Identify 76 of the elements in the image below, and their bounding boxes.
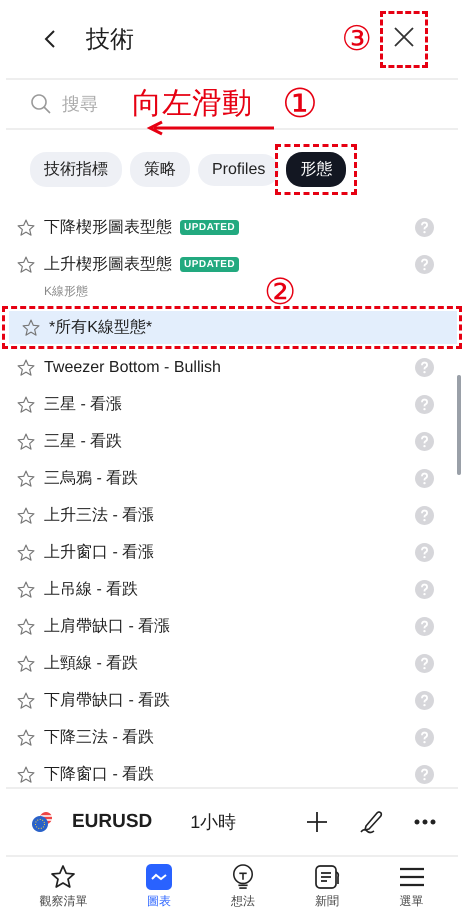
star-icon[interactable] xyxy=(16,254,36,274)
pattern-name: 三星 - 看跌 xyxy=(44,432,122,452)
pattern-name: 三星 - 看漲 xyxy=(44,394,122,415)
pattern-name: 上升窗口 - 看漲 xyxy=(44,542,154,563)
nav-tab[interactable]: 新聞 xyxy=(314,864,340,910)
pattern-item[interactable]: 上頸線 - 看跌 xyxy=(0,645,464,682)
newspaper-icon xyxy=(314,864,340,890)
pattern-item[interactable]: 下肩帶缺口 - 看跌 xyxy=(0,682,464,719)
category-tab[interactable]: 技術指標 xyxy=(30,152,122,187)
pattern-item[interactable]: 上吊線 - 看跌 xyxy=(0,571,464,608)
search-field[interactable]: 搜尋 xyxy=(60,92,114,116)
star-icon[interactable] xyxy=(16,616,36,636)
pattern-name: 上吊線 - 看跌 xyxy=(44,580,138,600)
star-icon[interactable] xyxy=(16,432,36,452)
chart-icon xyxy=(146,864,172,890)
star-icon[interactable] xyxy=(16,218,36,238)
close-icon[interactable] xyxy=(393,26,415,48)
symbol-name[interactable]: EURUSD xyxy=(72,811,152,833)
star-icon[interactable] xyxy=(21,318,41,338)
star-icon[interactable] xyxy=(16,580,36,600)
annotation-number: ② xyxy=(264,274,296,310)
pen-icon[interactable] xyxy=(358,809,384,835)
section-heading: K線形態 xyxy=(44,283,88,300)
star-icon xyxy=(50,864,76,890)
page-title: 技術 xyxy=(86,25,134,55)
nav-tab[interactable]: 想法 xyxy=(230,864,255,910)
annotation-text: 向左滑動 xyxy=(132,89,252,119)
updated-badge: UPDATED xyxy=(180,257,240,272)
annotation-number: ③ xyxy=(342,22,372,56)
star-icon[interactable] xyxy=(16,394,36,414)
pattern-name: 下降三法 - 看跌 xyxy=(44,728,154,748)
annotation-number: ① xyxy=(282,84,318,124)
pattern-item[interactable]: 上肩帶缺口 - 看漲 xyxy=(0,608,464,645)
star-icon[interactable] xyxy=(16,764,36,784)
pattern-item[interactable]: *所有K線型態* xyxy=(9,311,457,344)
scrollbar[interactable] xyxy=(457,375,461,475)
star-icon[interactable] xyxy=(16,358,36,378)
pattern-item[interactable]: 上升窗口 - 看漲 xyxy=(0,534,464,571)
pattern-item[interactable]: 下降窗口 - 看跌 xyxy=(0,756,464,787)
nav-tab[interactable]: 圖表 xyxy=(146,864,172,910)
more-icon[interactable] xyxy=(414,819,436,825)
interval-label[interactable]: 1小時 xyxy=(190,810,236,834)
pattern-item[interactable]: 三烏鴉 - 看跌 xyxy=(0,460,464,497)
pattern-item[interactable]: 下降三法 - 看跌 xyxy=(0,719,464,756)
pattern-name: 上升三法 - 看漲 xyxy=(44,506,154,526)
star-icon[interactable] xyxy=(16,468,36,488)
category-tab[interactable]: 形態 xyxy=(286,152,346,187)
pattern-name: 上肩帶缺口 - 看漲 xyxy=(44,616,170,637)
star-icon[interactable] xyxy=(16,690,36,710)
nav-tab[interactable]: 觀察清單 xyxy=(39,864,88,910)
back-icon[interactable] xyxy=(44,29,56,49)
pattern-name: 三烏鴉 - 看跌 xyxy=(44,468,138,489)
pattern-name: Tweezer Bottom - Bullish xyxy=(44,358,221,376)
pattern-item[interactable]: 三星 - 看漲 xyxy=(0,386,464,423)
star-icon[interactable] xyxy=(16,506,36,526)
category-tab[interactable]: 策略 xyxy=(130,152,190,187)
category-tab[interactable]: Profiles xyxy=(198,154,280,186)
pattern-item[interactable]: Tweezer Bottom - Bullish xyxy=(0,349,464,386)
pattern-name: 上頸線 - 看跌 xyxy=(44,654,138,674)
star-icon[interactable] xyxy=(16,728,36,748)
nav-tab[interactable]: 選單 xyxy=(398,864,425,910)
star-icon[interactable] xyxy=(16,654,36,674)
lightbulb-icon xyxy=(230,864,255,890)
flag-icon xyxy=(30,811,54,833)
plus-icon[interactable] xyxy=(306,811,328,833)
pattern-name: 上升楔形圖表型態 xyxy=(44,254,172,275)
pattern-name: *所有K線型態* xyxy=(49,318,152,338)
pattern-item[interactable]: 上升三法 - 看漲 xyxy=(0,497,464,534)
updated-badge: UPDATED xyxy=(180,220,240,235)
search-icon xyxy=(30,93,52,115)
pattern-name: 下降楔形圖表型態 xyxy=(44,218,172,238)
star-icon[interactable] xyxy=(16,542,36,562)
pattern-name: 下肩帶缺口 - 看跌 xyxy=(44,690,170,711)
pattern-item[interactable]: 三星 - 看跌 xyxy=(0,423,464,460)
pattern-item[interactable]: 下降楔形圖表型態 UPDATED xyxy=(0,209,464,246)
pattern-name: 下降窗口 - 看跌 xyxy=(44,764,154,785)
